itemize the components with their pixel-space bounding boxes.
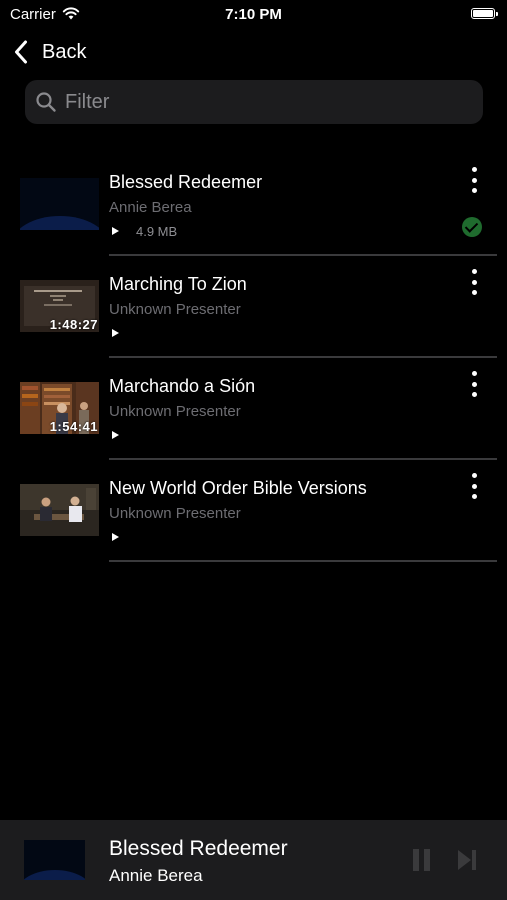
thumbnail-video: 1:48:27	[20, 280, 99, 332]
list-item[interactable]: 1:48:27 Marching To Zion Unknown Present…	[0, 256, 507, 358]
item-presenter: Unknown Presenter	[109, 403, 241, 420]
more-options-icon[interactable]	[469, 371, 479, 397]
duration-label: 1:48:27	[49, 317, 98, 332]
pause-icon[interactable]	[413, 849, 431, 871]
list-item[interactable]: New World Order Bible Versions Unknown P…	[0, 460, 507, 562]
thumbnail-video: 1:54:41	[20, 382, 99, 434]
back-button[interactable]: Back	[14, 38, 86, 66]
battery-icon	[471, 8, 498, 19]
play-icon[interactable]	[112, 329, 119, 337]
downloaded-check-icon	[462, 217, 482, 237]
item-title: Marchando a Sión	[109, 376, 256, 396]
media-list: Blessed Redeemer Annie Berea 4.9 MB 1:48…	[0, 154, 507, 562]
play-icon[interactable]	[112, 431, 119, 439]
skip-forward-icon[interactable]	[458, 849, 476, 871]
now-playing-presenter: Annie Berea	[109, 866, 203, 885]
list-item[interactable]: 1:54:41 Marchando a Sión Unknown Present…	[0, 358, 507, 460]
more-options-icon[interactable]	[469, 167, 479, 193]
item-presenter: Unknown Presenter	[109, 505, 241, 522]
duration-label: 1:54:41	[49, 419, 98, 434]
thumbnail-video	[20, 484, 99, 536]
item-title: New World Order Bible Versions	[109, 478, 367, 498]
now-playing-thumbnail	[24, 840, 85, 880]
filter-input[interactable]	[63, 89, 447, 115]
chevron-left-icon	[15, 40, 27, 64]
item-title: Blessed Redeemer	[109, 172, 263, 192]
back-label: Back	[42, 40, 87, 63]
filter-bar[interactable]	[25, 80, 483, 124]
list-item[interactable]: Blessed Redeemer Annie Berea 4.9 MB	[0, 154, 507, 256]
play-icon[interactable]	[112, 227, 119, 235]
item-title: Marching To Zion	[109, 274, 247, 294]
now-playing-title: Blessed Redeemer	[109, 837, 288, 860]
play-icon[interactable]	[112, 533, 119, 541]
item-presenter: Annie Berea	[109, 199, 192, 216]
status-bar: Carrier 7:10 PM	[0, 0, 507, 30]
divider	[109, 560, 497, 562]
now-playing-bar[interactable]: Blessed Redeemer Annie Berea	[0, 820, 507, 900]
search-icon	[36, 92, 56, 112]
more-options-icon[interactable]	[469, 473, 479, 499]
item-size: 4.9 MB	[136, 223, 178, 239]
more-options-icon[interactable]	[469, 269, 479, 295]
clock: 7:10 PM	[225, 6, 282, 23]
item-presenter: Unknown Presenter	[109, 301, 241, 318]
thumbnail-earth	[20, 178, 99, 230]
